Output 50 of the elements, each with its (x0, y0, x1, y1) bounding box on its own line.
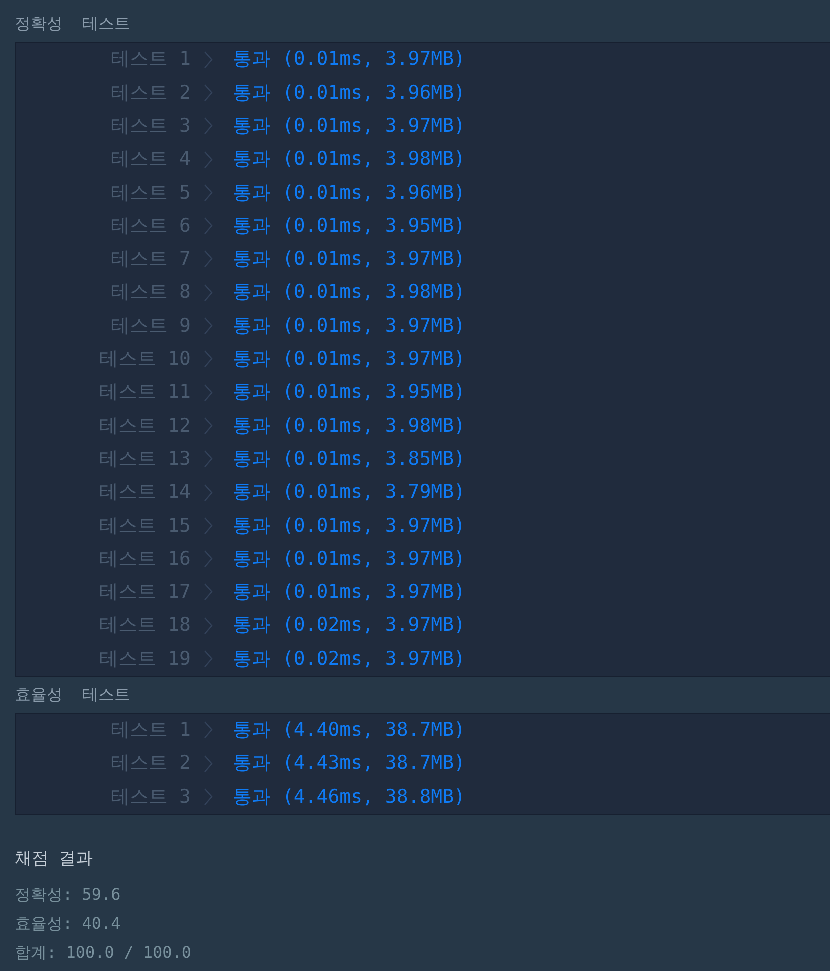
chevron-icon (204, 416, 213, 435)
test-result: 통과 (0.01ms, 3.96MB) (233, 180, 466, 206)
test-result: 통과 (0.01ms, 3.97MB) (233, 47, 466, 72)
test-result: 통과 (0.01ms, 3.97MB) (233, 247, 466, 272)
test-result: 통과 (0.01ms, 3.98MB) (233, 414, 466, 439)
chevron-icon (204, 616, 213, 635)
chevron-icon (204, 184, 213, 202)
test-result: 통과 (0.01ms, 3.97MB) (233, 580, 466, 606)
chevron-icon (204, 583, 213, 602)
test-result: 통과 (4.43ms, 38.7MB) (233, 751, 466, 776)
chevron-icon (204, 317, 213, 336)
chevron-icon (204, 384, 213, 402)
score-line: 정확성: 59.6 (15, 884, 121, 906)
test-result: 통과 (0.01ms, 3.95MB) (233, 380, 466, 406)
score-line: 효율성: 40.4 (15, 913, 121, 936)
test-result: 통과 (0.01ms, 3.97MB) (233, 314, 466, 339)
chevron-icon (204, 516, 213, 535)
test-result: 통과 (0.01ms, 3.97MB) (233, 347, 466, 372)
chevron-icon (204, 284, 213, 302)
summary-title: 채점 결과 (15, 848, 94, 871)
chevron-icon (204, 450, 213, 468)
test-result: 통과 (4.40ms, 38.7MB) (233, 718, 466, 744)
chevron-icon (204, 754, 213, 773)
test-result: 통과 (0.02ms, 3.97MB) (233, 646, 466, 672)
chevron-icon (204, 550, 213, 568)
chevron-icon (204, 50, 213, 69)
test-result: 통과 (0.01ms, 3.97MB) (233, 546, 466, 572)
test-result: 통과 (4.46ms, 38.8MB) (233, 784, 466, 810)
section-heading: 정확성 테스트 (15, 13, 130, 35)
test-result: 통과 (0.01ms, 3.98MB) (233, 280, 466, 306)
chevron-icon (204, 117, 213, 136)
chevron-icon (204, 84, 213, 102)
chevron-icon (204, 721, 213, 740)
test-result: 통과 (0.01ms, 3.97MB) (233, 114, 466, 139)
chevron-icon (204, 150, 213, 169)
test-result: 통과 (0.01ms, 3.85MB) (233, 446, 466, 472)
chevron-icon (204, 250, 213, 268)
chevron-icon (204, 650, 213, 668)
test-result: 통과 (0.02ms, 3.97MB) (233, 613, 466, 638)
test-result: 통과 (0.01ms, 3.98MB) (233, 147, 466, 172)
test-result: 통과 (0.01ms, 3.79MB) (233, 480, 466, 506)
test-result: 통과 (0.01ms, 3.96MB) (233, 80, 466, 106)
test-result: 통과 (0.01ms, 3.95MB) (233, 214, 466, 239)
section-heading: 효율성 테스트 (15, 684, 130, 706)
score-line: 합계: 100.0 / 100.0 (15, 942, 192, 964)
chevron-icon (204, 484, 213, 502)
test-result: 통과 (0.01ms, 3.97MB) (233, 514, 466, 539)
chevron-icon (204, 350, 213, 368)
chevron-icon (204, 217, 213, 236)
chevron-icon (204, 788, 213, 806)
